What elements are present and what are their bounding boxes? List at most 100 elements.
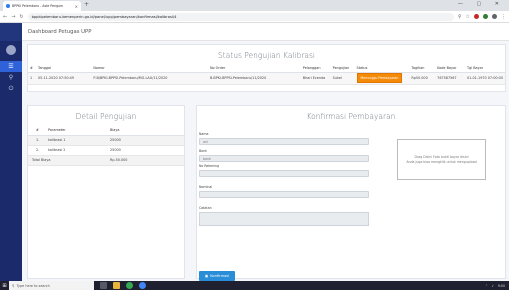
cell-parameter: kalibrasi 2	[46, 145, 108, 156]
taskbar-search-input[interactable]: ⚲ Type here to search	[9, 281, 94, 290]
nominal-field[interactable]	[199, 191, 369, 198]
zoom-icon[interactable]: ⚲	[458, 14, 462, 20]
windows-start-icon[interactable]: ⊞	[0, 281, 9, 290]
col-header-tagihan: Tagihan	[409, 65, 436, 73]
save-icon: ▣	[204, 274, 209, 278]
browser-menu-icon[interactable]: ⋮	[501, 14, 506, 20]
rekening-field[interactable]	[199, 170, 369, 177]
extensions-area: ⚲ ☆ ⋮	[458, 14, 506, 20]
file-explorer-icon[interactable]	[113, 282, 120, 289]
browser-tab-strip: BPPKI Pelembaru - Aste Pengum × + — ▢ ✕	[0, 0, 509, 11]
app-icon[interactable]	[139, 282, 146, 289]
page-title: Dashboard Petugas UPP	[28, 28, 92, 35]
cell-pengujian: Sukel	[330, 72, 355, 85]
col-header-kode-bayar: Kode Bayar	[435, 65, 465, 73]
cell-parameter: kalibrasi 1	[46, 135, 108, 146]
sidebar-item-dashboard[interactable]: ☰	[0, 61, 22, 72]
cell-tanggal: 05-11-2020 07:50:49	[35, 72, 92, 85]
reload-icon[interactable]: ↻	[19, 14, 23, 20]
cell-nomor: P-B/BPKI-BPPSI-Pelembaru/MG-LAU/11/2020	[91, 72, 208, 85]
detail-table-header: # Parameter Biaya	[28, 126, 184, 136]
network-icon[interactable]: ⌃	[485, 284, 488, 288]
star-icon[interactable]: ☆	[466, 14, 470, 20]
back-icon[interactable]: ←	[3, 14, 7, 20]
cell-biaya: 25000	[108, 135, 184, 146]
col-header-tgl-bayar: Tgl Bayar	[464, 65, 505, 73]
cell-status: Menunggu Pembayaran	[354, 72, 410, 85]
upload-instruction: Drag Disini Foto bukti bayar disini	[414, 155, 469, 159]
status-table: # Tanggal Nomor No Order Pelanggan Pengu…	[28, 65, 505, 85]
cell-tagihan: Rp50.000	[409, 72, 436, 85]
upload-dropzone[interactable]: Drag Disini Foto bukti bayar disini Anda…	[397, 139, 486, 180]
search-icon: ⚲	[12, 283, 15, 288]
sidebar: ☰ ⚲ ⏻	[0, 23, 22, 281]
power-icon: ⏻	[8, 84, 14, 92]
cell-num: 1	[28, 72, 36, 85]
konfirmasi-button-label: Konfirmasi	[210, 274, 230, 278]
site-favicon-icon	[6, 4, 10, 8]
confirm-card: Konfirmasi Pembayaran Nama ani Bank bank…	[196, 105, 506, 281]
cell-tgl-bayar: 01-01-1970 07:00:00	[464, 72, 505, 85]
bank-field[interactable]: bank	[199, 155, 369, 162]
dashboard-icon: ☰	[8, 63, 14, 70]
nama-label: Nama	[199, 132, 209, 136]
task-view-icon[interactable]	[100, 282, 107, 289]
col-header-parameter: Parameter	[46, 126, 108, 136]
status-card-title: Status Pengujian Kalibrasi	[217, 51, 316, 60]
table-row: 1. kalibrasi 1 25000	[28, 135, 184, 146]
top-navbar: Dashboard Petugas UPP	[22, 23, 509, 41]
status-card: Status Pengujian Kalibrasi # Tanggal Nom…	[27, 44, 506, 92]
volume-icon[interactable]: ♪	[492, 284, 494, 288]
col-header-num: #	[28, 65, 36, 73]
cell-no-order: B-BPKI-BPPSI-Pelembaru/11/2020	[207, 72, 301, 85]
cell-pelanggan: Bhari Ecenda	[300, 72, 331, 85]
sidebar-logo	[0, 23, 22, 41]
sidebar-item-location[interactable]: ⚲	[0, 72, 22, 83]
extension-icon[interactable]	[483, 14, 488, 19]
catatan-textarea[interactable]	[199, 212, 369, 226]
col-header-pengujian: Pengujian	[330, 65, 355, 73]
total-label: Total Biaya	[28, 155, 108, 166]
cell-biaya: 25000	[108, 145, 184, 156]
forward-icon[interactable]: →	[11, 14, 15, 20]
new-tab-button[interactable]: +	[84, 1, 89, 8]
window-controls[interactable]: — ▢ ✕	[458, 1, 505, 7]
sidebar-item-logout[interactable]: ⏻	[0, 83, 22, 94]
bank-label: Bank	[199, 149, 208, 153]
main-content: Status Pengujian Kalibrasi # Tanggal Nom…	[22, 41, 509, 281]
windows-taskbar: ⊞ ⚲ Type here to search ⌃ ♪ 9:00	[0, 281, 509, 290]
location-icon: ⚲	[8, 74, 14, 81]
profile-avatar[interactable]	[492, 14, 497, 19]
total-value: Rp.50.000	[108, 155, 184, 166]
avatar[interactable]	[6, 45, 16, 55]
cell-num: 1.	[28, 135, 46, 146]
konfirmasi-button[interactable]: ▣ Konfirmasi	[199, 271, 235, 281]
detail-card-title: Detail Pengujian	[75, 112, 137, 121]
col-header-pelanggan: Pelanggan	[300, 65, 331, 73]
nominal-label: Nominal	[199, 185, 213, 189]
url-input[interactable]: bppkipelembaru.kemenperin.go.id/panel/up…	[27, 12, 454, 21]
status-badge: Menunggu Pembayaran	[356, 73, 403, 83]
clock[interactable]: 9:00	[498, 284, 505, 288]
extension-icon[interactable]	[474, 14, 479, 19]
tab-title: BPPKI Pelembaru - Aste Pengum	[12, 4, 64, 8]
detail-card: Detail Pengujian # Parameter Biaya 1. ka…	[27, 105, 185, 279]
search-placeholder: Type here to search	[16, 283, 50, 288]
rekening-label: No Rekening	[199, 164, 220, 168]
nama-field[interactable]: ani	[199, 138, 369, 145]
browser-tab[interactable]: BPPKI Pelembaru - Aste Pengum ×	[3, 1, 81, 11]
chrome-icon[interactable]	[126, 282, 133, 289]
table-total-row: Total Biaya Rp.50.000	[28, 155, 184, 166]
col-header-num: #	[28, 126, 46, 136]
system-tray: ⌃ ♪ 9:00	[485, 284, 509, 288]
table-row: 1 05-11-2020 07:50:49 P-B/BPKI-BPPSI-Pel…	[28, 72, 505, 85]
col-header-nomor: Nomor	[91, 65, 208, 73]
col-header-no-order: No Order	[207, 65, 301, 73]
confirm-form: Nama ani Bank bank No Rekening Nominal C…	[199, 128, 369, 226]
upload-instruction-secondary: Anda juga bisa mengklik untuk mengupload	[406, 160, 477, 164]
address-bar: ← → ↻ bppkipelembaru.kemenperin.go.id/pa…	[0, 11, 509, 23]
cell-kode-bayar: 767587567	[435, 72, 465, 85]
col-header-tanggal: Tanggal	[35, 65, 92, 73]
confirm-card-title: Konfirmasi Pembayaran	[306, 112, 396, 121]
close-tab-icon[interactable]: ×	[75, 4, 78, 9]
